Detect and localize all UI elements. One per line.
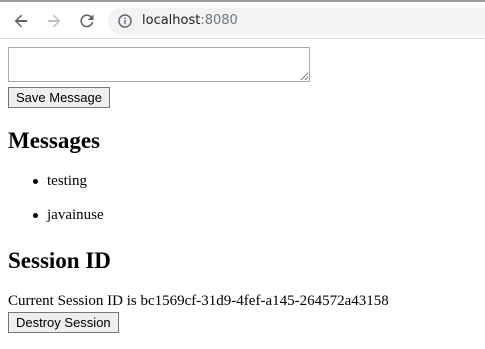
info-circle-icon[interactable]	[118, 14, 132, 28]
list-item: javainuse	[8, 207, 104, 223]
page-content: Save Message Messages testing javainuse …	[8, 39, 485, 349]
arrow-left-icon	[14, 14, 27, 28]
bullet-icon	[33, 213, 38, 218]
reload-icon	[80, 14, 94, 28]
address-bar[interactable]: localhost:8080	[108, 8, 485, 35]
back-button[interactable]	[9, 9, 33, 33]
session-heading: Session ID	[8, 248, 111, 273]
url-host: localhost	[142, 13, 201, 28]
message-input[interactable]	[8, 47, 310, 82]
forward-button[interactable]	[42, 9, 66, 33]
url-text: localhost:8080	[142, 12, 238, 30]
messages-heading: Messages	[8, 128, 100, 153]
message-text: javainuse	[47, 207, 104, 223]
destroy-session-button[interactable]: Destroy Session	[8, 312, 119, 333]
browser-toolbar: localhost:8080	[0, 0, 485, 39]
save-message-button[interactable]: Save Message	[8, 87, 110, 108]
bullet-icon	[33, 179, 38, 184]
message-text: testing	[47, 173, 87, 189]
session-id-text: Current Session ID is bc1569cf-31d9-4fef…	[8, 293, 389, 309]
list-item: testing	[8, 173, 104, 189]
reload-button[interactable]	[75, 9, 99, 33]
arrow-right-icon	[48, 14, 61, 28]
messages-list: testing javainuse	[8, 173, 104, 241]
url-port: :8080	[200, 13, 238, 28]
